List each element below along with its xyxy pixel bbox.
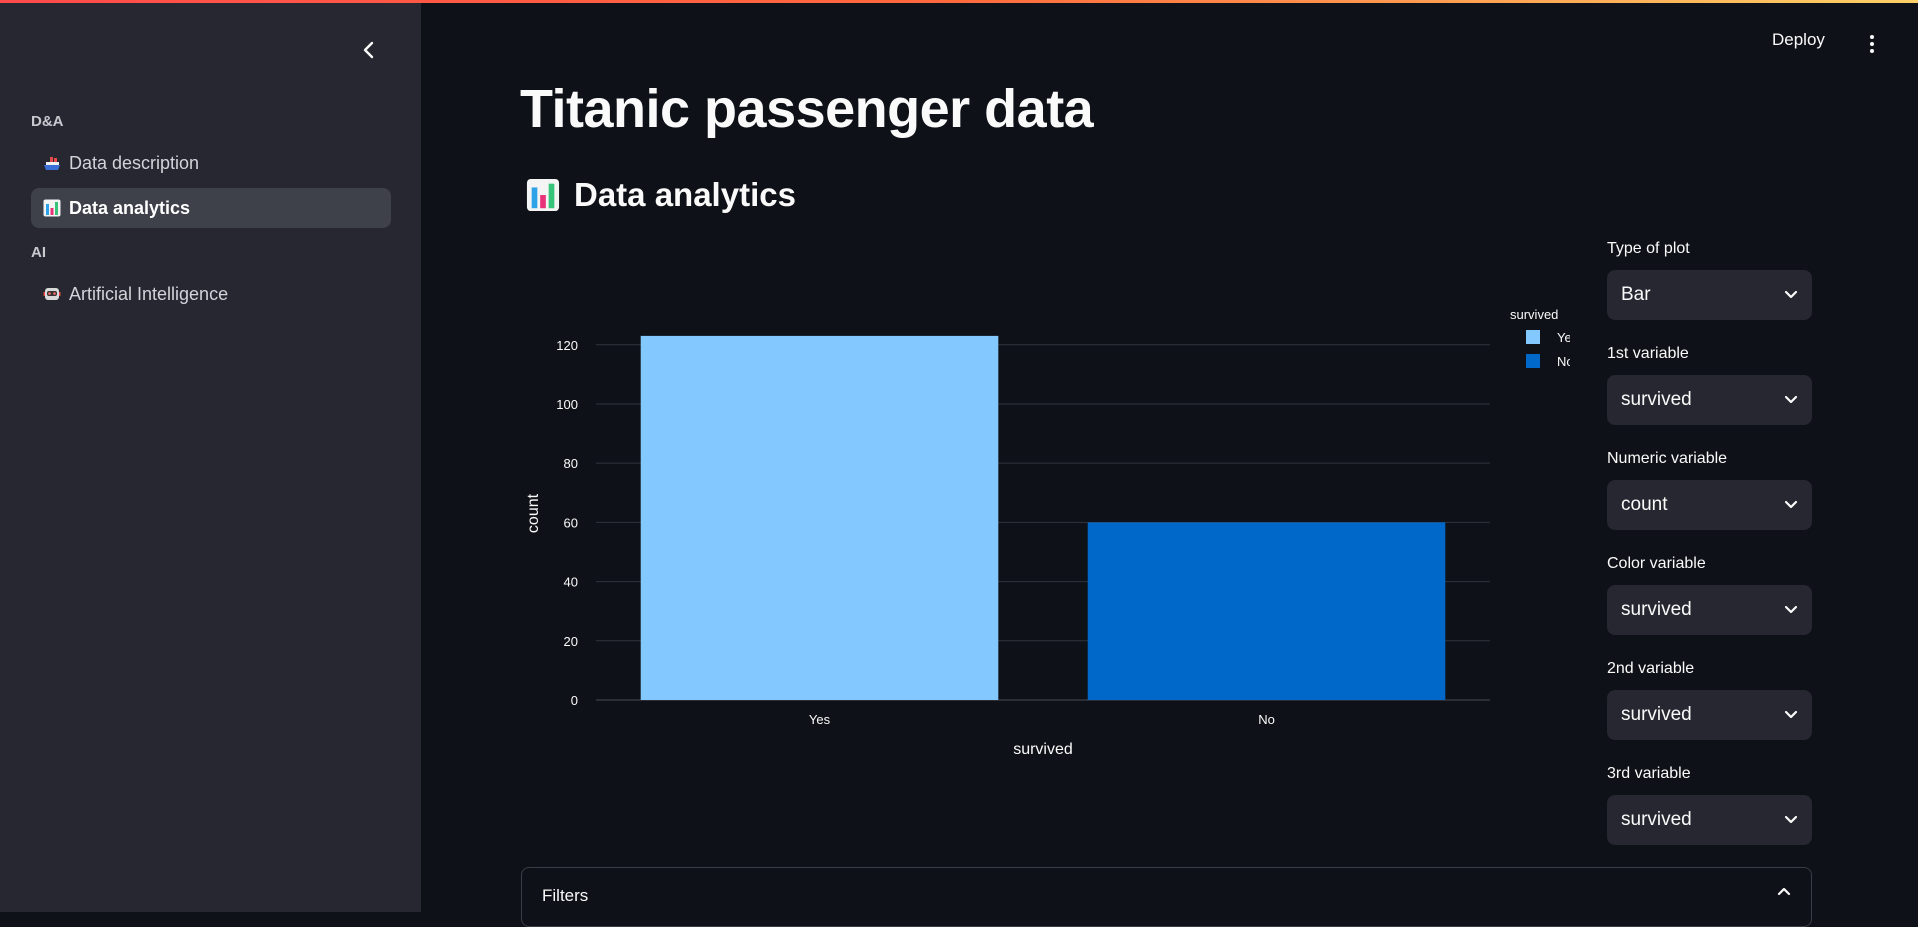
second-variable-label: 2nd variable [1607,660,1695,677]
legend-label: No [1557,354,1570,369]
top-accent-bar [0,0,1918,3]
second-variable-select[interactable]: survived [1607,690,1812,740]
sidebar-item-label: Artificial Intelligence [69,283,229,304]
section-title: Data analytics [526,176,796,214]
legend-swatch [1526,330,1540,344]
chart-container: 0 20 40 60 80 100 120 Yes No survived count survive… [520,305,1579,765]
x-tick-label: No [1258,712,1275,727]
chevron-down-icon [1784,815,1798,824]
collapse-sidebar-button[interactable] [353,34,385,66]
section-title-text: Data analytics [574,176,796,213]
y-tick-label: 20 [564,634,578,649]
legend-swatch [1526,354,1540,368]
chevron-down-icon [1784,395,1798,404]
menu-dot [1870,35,1874,39]
bar-no[interactable] [1087,522,1446,700]
type-of-plot-label: Type of plot [1607,240,1690,257]
select-value: count [1621,494,1668,515]
ship-icon [43,154,61,172]
nav-section-ai: AI [31,244,46,261]
select-value: survived [1621,599,1692,620]
bar-chart-icon [526,178,560,212]
third-variable-select[interactable]: survived [1607,795,1812,845]
bar-chart[interactable]: 0 20 40 60 80 100 120 Yes No survived count survive… [520,305,1579,765]
legend-label: Yes [1557,330,1570,345]
numeric-variable-label: Numeric variable [1607,450,1728,467]
select-value: Bar [1621,284,1651,305]
chevron-down-icon [1784,605,1798,614]
sidebar-item-data-analytics[interactable]: Data analytics [31,188,391,228]
third-variable-label: 3rd variable [1607,765,1691,782]
menu-dot [1870,49,1874,53]
numeric-variable-select[interactable]: count [1607,480,1812,530]
sidebar-item-label: Data description [69,152,200,173]
y-tick-label: 0 [571,693,578,708]
legend-title: survived [1510,307,1558,322]
color-variable-select[interactable]: survived [1607,585,1812,635]
first-variable-select[interactable]: survived [1607,375,1812,425]
select-value: survived [1621,389,1692,410]
select-value: survived [1621,809,1692,830]
y-tick-label: 40 [564,575,578,590]
y-tick-label: 80 [564,456,578,471]
chevron-down-icon [1784,500,1798,509]
x-tick-label: Yes [809,712,831,727]
filters-expander[interactable]: Filters [521,867,1812,927]
first-variable-label: 1st variable [1607,345,1689,362]
menu-dot [1870,42,1874,46]
color-variable-label: Color variable [1607,555,1706,572]
sidebar-item-artificial-intelligence[interactable]: Artificial Intelligence [31,274,391,314]
y-tick-label: 60 [564,515,578,530]
page-title: Titanic passenger data [520,79,1094,139]
plot-controls: Type of plot Bar 1st variable survived N… [1607,240,1812,870]
select-value: survived [1621,704,1692,725]
bar-yes[interactable] [640,335,999,700]
sidebar: D&A Data description Data analytics AI A… [0,0,421,912]
sidebar-item-data-description[interactable]: Data description [31,143,391,183]
type-of-plot-select[interactable]: Bar [1607,270,1812,320]
deploy-button[interactable]: Deploy [1772,30,1825,50]
chevron-down-icon [1784,290,1798,299]
chevron-up-icon [1777,887,1791,896]
y-tick-label: 100 [556,397,578,412]
main-menu-button[interactable] [1862,30,1882,58]
y-axis-label: count [525,493,542,533]
sidebar-item-label: Data analytics [69,197,191,218]
robot-icon [43,285,61,303]
filters-label: Filters [542,886,589,905]
y-tick-label: 120 [556,338,578,353]
chevron-left-icon [363,41,374,59]
x-axis-label: survived [1013,741,1073,758]
bar-chart-icon [43,199,61,217]
nav-section-da: D&A [31,113,64,130]
chevron-down-icon [1784,710,1798,719]
